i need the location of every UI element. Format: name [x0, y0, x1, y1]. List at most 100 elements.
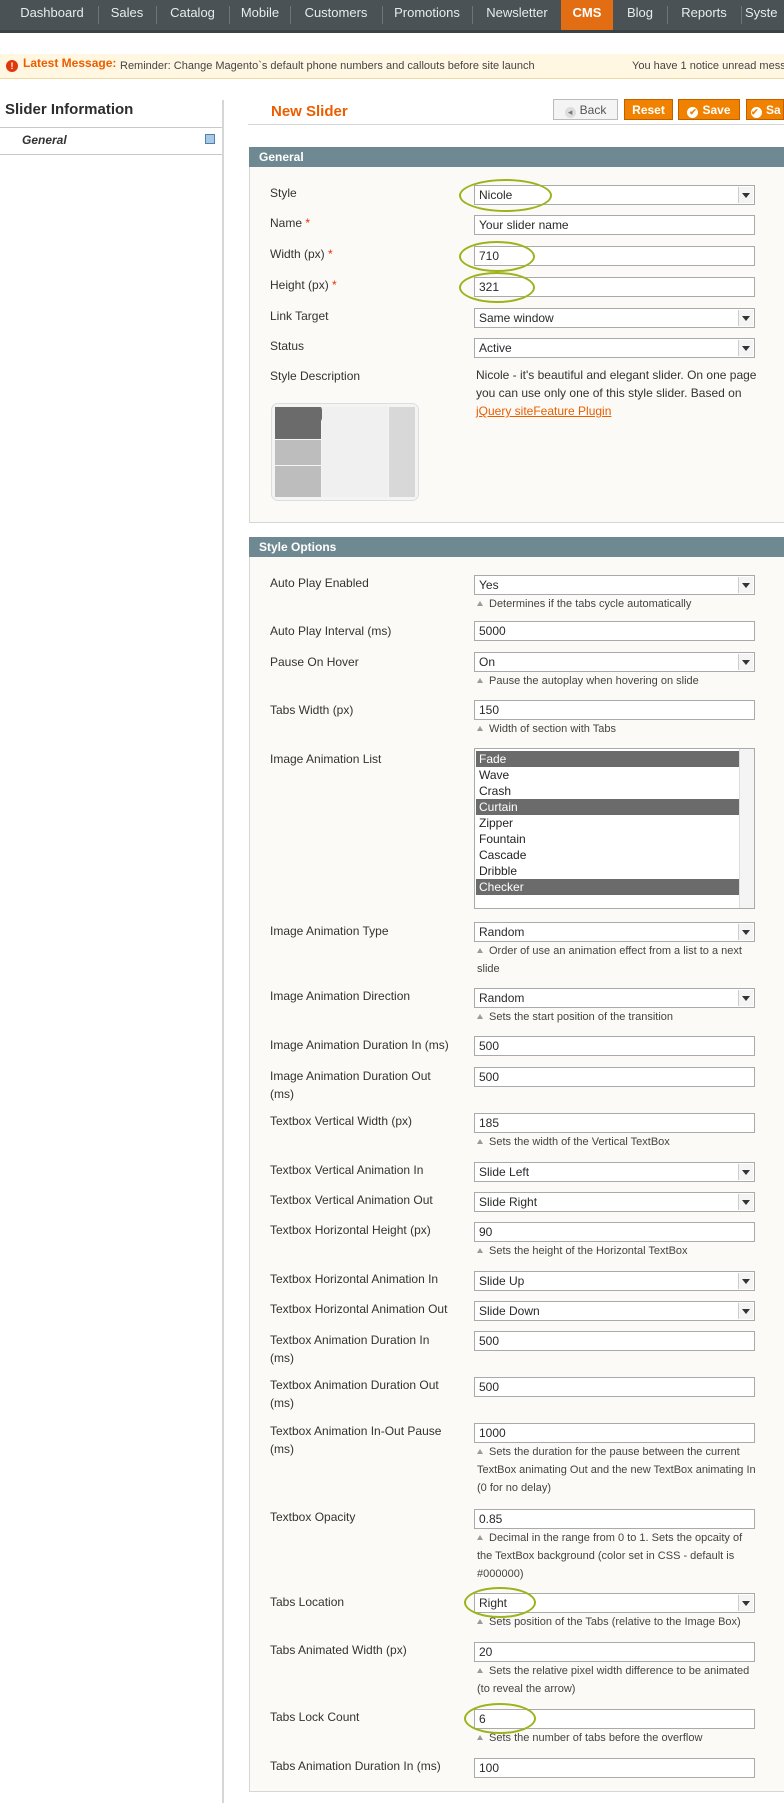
triangle-up-icon	[477, 1619, 483, 1624]
list-option[interactable]: Fade	[476, 751, 741, 767]
nav-separator	[667, 6, 668, 24]
nav-sales[interactable]: Sales	[102, 0, 152, 30]
nav-customers[interactable]: Customers	[294, 0, 378, 30]
required-marker: *	[332, 278, 337, 292]
textbox-vertical-out-select[interactable]: Slide Right	[474, 1192, 755, 1212]
chevron-down-icon	[738, 654, 753, 670]
link-target-select[interactable]: Same window	[474, 308, 755, 328]
notice-message[interactable]: Reminder: Change Magento`s default phone…	[120, 54, 535, 78]
textbox-opacity-hint-text: Decimal in the range from 0 to 1. Sets t…	[477, 1532, 743, 1580]
back-button[interactable]: ◂ Back	[553, 99, 618, 120]
save-and-continue-button[interactable]: ✔ Sa	[746, 99, 784, 120]
width-label-text: Width (px)	[270, 247, 325, 261]
notice-count[interactable]: You have 1 notice unread mess	[632, 54, 784, 78]
triangle-up-icon	[477, 948, 483, 953]
link-target-value: Same window	[479, 311, 554, 325]
listbox-scrollbar[interactable]	[739, 749, 754, 908]
list-option[interactable]: Zipper	[476, 815, 741, 831]
nav-mobile[interactable]: Mobile	[233, 0, 287, 30]
list-option[interactable]: Dribble	[476, 863, 741, 879]
tabs-animated-width-hint-text: Sets the relative pixel width difference…	[477, 1665, 750, 1695]
nav-system[interactable]: Syste	[745, 0, 784, 30]
textbox-vertical-width-input[interactable]: 185	[474, 1113, 755, 1133]
nav-promotions[interactable]: Promotions	[386, 0, 468, 30]
pause-on-hover-hint: Pause the autoplay when hovering on slid…	[477, 672, 762, 690]
required-marker: *	[305, 216, 311, 230]
nav-catalog[interactable]: Catalog	[160, 0, 225, 30]
save-button-label: Save	[702, 103, 731, 117]
chevron-down-icon	[738, 924, 753, 940]
list-option[interactable]: Curtain	[476, 799, 741, 815]
tabs-lock-count-hint-text: Sets the number of tabs before the overf…	[489, 1732, 703, 1744]
image-duration-in-input[interactable]: 500	[474, 1036, 755, 1056]
nav-cms[interactable]: CMS	[561, 0, 613, 30]
auto-play-label: Auto Play Enabled	[270, 576, 369, 590]
tabs-location-hint: Sets position of the Tabs (relative to t…	[477, 1613, 762, 1631]
required-marker: *	[328, 247, 333, 261]
triangle-up-icon	[477, 1248, 483, 1253]
nav-dashboard[interactable]: Dashboard	[10, 0, 94, 30]
image-animation-direction-select[interactable]: Random	[474, 988, 755, 1008]
tabs-width-input[interactable]: 150	[474, 700, 755, 720]
textbox-duration-in-input[interactable]: 500	[474, 1331, 755, 1351]
image-animation-direction-label: Image Animation Direction	[270, 989, 411, 1003]
textbox-duration-out-input[interactable]: 500	[474, 1377, 755, 1397]
image-animation-type-select[interactable]: Random	[474, 922, 755, 942]
textbox-vertical-in-select[interactable]: Slide Left	[474, 1162, 755, 1182]
image-animation-list-label: Image Animation List	[270, 752, 382, 766]
textbox-horizontal-in-select[interactable]: Slide Up	[474, 1271, 755, 1291]
tabs-width-label: Tabs Width (px)	[270, 703, 354, 717]
page-title: New Slider	[271, 103, 348, 120]
width-label: Width (px) *	[270, 245, 455, 263]
auto-play-interval-input[interactable]: 5000	[474, 621, 755, 641]
list-option[interactable]: Crash	[476, 783, 741, 799]
chevron-down-icon	[738, 340, 753, 356]
tabs-animation-duration-input[interactable]: 100	[474, 1758, 755, 1778]
tabs-location-hint-text: Sets position of the Tabs (relative to t…	[489, 1616, 741, 1628]
slider-layout-icon	[275, 407, 415, 497]
image-animation-listbox[interactable]: Fade Wave Crash Curtain Zipper Fountain …	[474, 748, 755, 909]
textbox-horizontal-height-input[interactable]: 90	[474, 1222, 755, 1242]
triangle-up-icon	[477, 1735, 483, 1740]
image-duration-out-input[interactable]: 500	[474, 1067, 755, 1087]
sidebar-tab-general[interactable]: General	[22, 133, 67, 147]
status-select[interactable]: Active	[474, 338, 755, 358]
tabs-animated-width-hint: Sets the relative pixel width difference…	[477, 1662, 757, 1698]
nav-separator	[98, 6, 99, 24]
nav-reports[interactable]: Reports	[671, 0, 737, 30]
highlight-oval	[459, 179, 552, 212]
triangle-up-icon	[477, 1139, 483, 1144]
textbox-horizontal-height-hint: Sets the height of the Horizontal TextBo…	[477, 1242, 762, 1260]
highlight-oval	[459, 241, 535, 272]
name-input[interactable]: Your slider name	[474, 215, 755, 235]
triangle-up-icon	[477, 726, 483, 731]
image-animation-direction-hint-text: Sets the start position of the transitio…	[489, 1011, 674, 1023]
nav-newsletter[interactable]: Newsletter	[476, 0, 558, 30]
list-option[interactable]: Checker	[476, 879, 741, 895]
textbox-duration-in-label: Textbox Animation Duration In (ms)	[270, 1333, 430, 1365]
divider	[0, 127, 222, 128]
textbox-horizontal-out-select[interactable]: Slide Down	[474, 1301, 755, 1321]
list-option[interactable]: Fountain	[476, 831, 741, 847]
image-animation-direction-value: Random	[479, 991, 525, 1005]
back-button-label: Back	[579, 103, 607, 117]
textbox-horizontal-height-hint-text: Sets the height of the Horizontal TextBo…	[489, 1245, 688, 1257]
reset-button[interactable]: Reset	[624, 99, 673, 120]
nav-blog[interactable]: Blog	[617, 0, 663, 30]
textbox-opacity-input[interactable]: 0.85	[474, 1509, 755, 1529]
auto-play-select[interactable]: Yes	[474, 575, 755, 595]
plugin-link[interactable]: jQuery siteFeature Plugin	[476, 404, 611, 418]
textbox-vertical-width-label: Textbox Vertical Width (px)	[270, 1114, 413, 1128]
list-option[interactable]: Cascade	[476, 847, 741, 863]
list-option[interactable]: Wave	[476, 767, 741, 783]
chevron-down-icon	[738, 187, 753, 203]
highlight-oval	[464, 1587, 536, 1618]
style-options-section-header: Style Options	[249, 537, 784, 557]
textbox-horizontal-out-label: Textbox Horizontal Animation Out	[270, 1302, 448, 1316]
textbox-vertical-width-hint: Sets the width of the Vertical TextBox	[477, 1133, 762, 1151]
nav-separator	[741, 6, 742, 24]
tabs-animated-width-input[interactable]: 20	[474, 1642, 755, 1662]
pause-on-hover-select[interactable]: On	[474, 652, 755, 672]
save-button[interactable]: ✔ Save	[678, 99, 740, 120]
textbox-pause-input[interactable]: 1000	[474, 1423, 755, 1443]
